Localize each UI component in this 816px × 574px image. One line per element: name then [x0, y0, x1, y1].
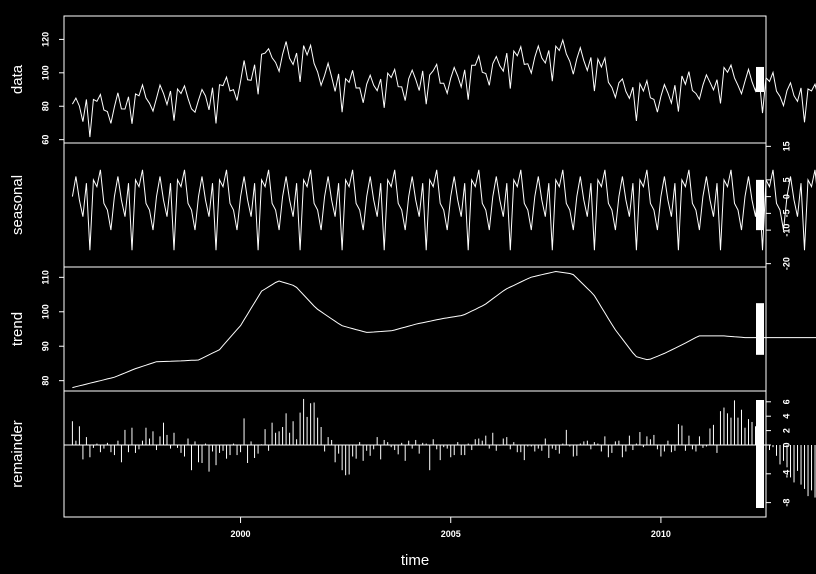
y-tick-data: 60 — [40, 135, 64, 145]
y-tick-seasonal: -10 — [766, 224, 791, 237]
x-axis: 2000 2005 2010 time — [231, 517, 671, 569]
y-tick-label: 100 — [40, 65, 50, 80]
y-tick-seasonal: 15 — [766, 141, 791, 151]
y-tick-label: -5 — [781, 209, 791, 217]
y-tick-label: 6 — [781, 399, 791, 404]
x-tick-label: 2010 — [651, 529, 671, 539]
panel-frame-data — [63, 15, 767, 144]
range-bar-remainder — [756, 400, 764, 508]
range-bar-trend — [756, 303, 764, 355]
panel-seasonal: -20-10-50515seasonal — [9, 141, 816, 270]
y-tick-remainder: -4 — [766, 470, 791, 478]
y-tick-label: 0 — [781, 442, 791, 447]
y-tick-label: 90 — [40, 341, 50, 351]
y-tick-remainder: 4 — [766, 414, 791, 419]
panel-remainder: -8 -4 0 2 4 6 remainder — [9, 390, 816, 518]
y-tick-label: -4 — [781, 470, 791, 478]
y-tick-seasonal: -5 — [766, 209, 791, 217]
y-tick-label: 100 — [40, 304, 50, 319]
y-tick-seasonal: 5 — [766, 177, 791, 182]
y-tick-trend: 100 — [40, 304, 64, 319]
ylabel-trend: trend — [9, 312, 26, 346]
y-tick-remainder: 6 — [766, 399, 791, 404]
y-tick-label: 120 — [40, 32, 50, 47]
y-tick-label: 2 — [781, 428, 791, 433]
y-tick-data: 120 — [40, 32, 64, 47]
panel-frame-seasonal — [63, 142, 767, 268]
y-tick-trend: 90 — [40, 341, 64, 351]
y-tick-label: -8 — [781, 499, 791, 507]
x-tick-label: 2000 — [231, 529, 251, 539]
panel-frame-trend — [63, 266, 767, 392]
series-line-trend — [72, 270, 816, 389]
series-line-seasonal — [71, 169, 816, 251]
stl-decomposition-chart: 60 80 100 120 data -20 -10 -5 0 5 15 seasonal 80 90 10… — [9, 15, 816, 569]
y-tick-trend: 80 — [40, 376, 64, 386]
y-tick-label: 15 — [781, 141, 791, 151]
ylabel-data: data — [9, 64, 26, 94]
y-tick-seasonal: -20 — [766, 257, 791, 270]
xlabel: time — [401, 552, 429, 569]
y-tick-label: 110 — [40, 270, 50, 285]
y-tick-label: 60 — [40, 135, 50, 145]
y-tick-label: 4 — [781, 414, 791, 419]
y-tick-label: -20 — [781, 257, 791, 270]
y-tick-remainder: -8 — [766, 499, 791, 507]
series-line-data — [71, 38, 816, 138]
y-tick-data: 100 — [40, 65, 64, 80]
panel-data: 60 80 100 120 data — [9, 15, 816, 145]
y-tick-label: 80 — [40, 101, 50, 111]
ylabel-seasonal: seasonal — [9, 175, 26, 235]
y-tick-trend: 110 — [40, 270, 64, 285]
ylabel-remainder: remainder — [9, 420, 26, 488]
y-tick-remainder: 2 — [766, 428, 791, 433]
x-tick-label: 2005 — [441, 529, 461, 539]
y-tick-data: 80 — [40, 101, 64, 111]
y-tick-label: 80 — [40, 376, 50, 386]
panel-trend: 80 90 100 110 trend — [9, 266, 816, 392]
